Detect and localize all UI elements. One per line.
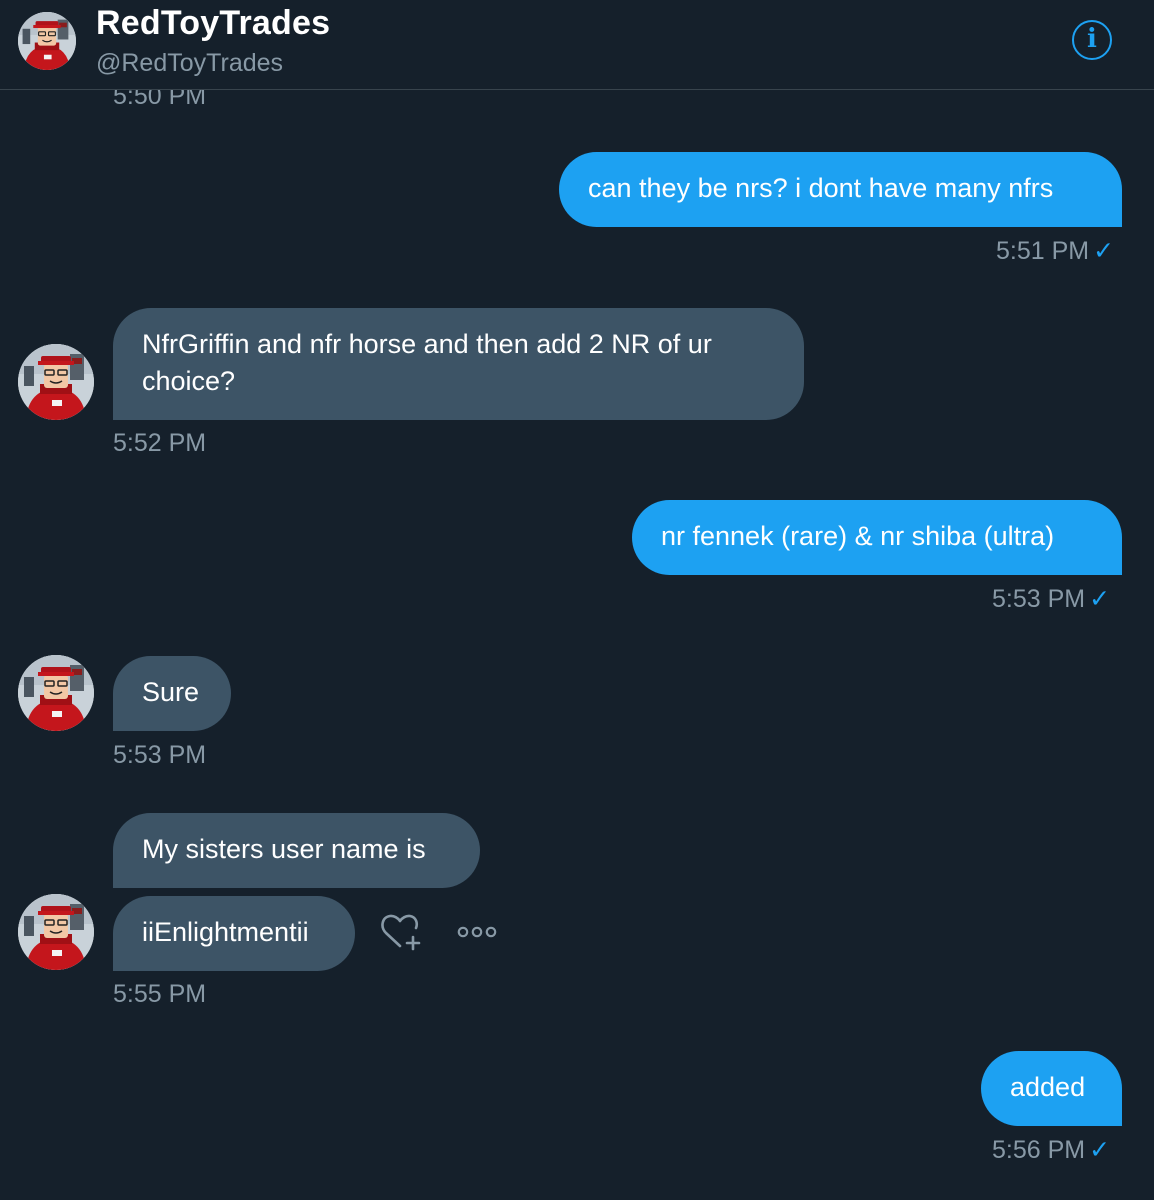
avatar[interactable] — [18, 344, 94, 420]
conversation-header: RedToyTrades @RedToyTrades i — [0, 0, 1154, 90]
timestamp-text: 5:53 PM — [992, 585, 1086, 613]
more-icon[interactable] — [456, 924, 498, 940]
timestamp-text: 5:51 PM — [996, 237, 1090, 265]
message-text-line: NfrGriffin and nfr horse and then add 2 … — [142, 329, 712, 359]
message-text: can they be nrs? i dont have many nfrs — [588, 173, 1054, 203]
message-timestamp: 5:56 PM ✓ — [992, 1135, 1110, 1165]
contact-handle[interactable]: @RedToyTrades — [96, 49, 283, 78]
message-timestamp: 5:52 PM — [113, 429, 207, 457]
check-icon: ✓ — [1093, 237, 1115, 265]
message-text: My sisters user name is — [142, 834, 426, 864]
timestamp-text: 5:56 PM — [992, 1136, 1086, 1164]
message-timestamp: 5:55 PM — [113, 980, 207, 1008]
avatar[interactable] — [18, 12, 76, 70]
message-timestamp: 5:53 PM — [113, 741, 207, 769]
message-text: added — [1010, 1072, 1086, 1102]
message-timestamp: 5:51 PM ✓ — [996, 236, 1114, 266]
check-icon: ✓ — [1089, 585, 1111, 613]
message-text: nr fennek (rare) & nr shiba (ultra) — [661, 521, 1055, 551]
avatar[interactable] — [18, 894, 94, 970]
message-text-line: choice? — [142, 366, 236, 396]
message-text: iiEnlightmentii — [142, 917, 309, 947]
incoming-message[interactable]: NfrGriffin and nfr horse and then add 2 … — [113, 308, 804, 420]
message-text: Sure — [142, 677, 200, 707]
info-icon[interactable]: i — [1072, 20, 1112, 60]
heart-plus-icon[interactable] — [380, 912, 424, 952]
avatar[interactable] — [18, 655, 94, 731]
outgoing-message[interactable]: nr fennek (rare) & nr shiba (ultra) — [632, 500, 1122, 575]
incoming-message[interactable]: Sure — [113, 656, 231, 731]
outgoing-message[interactable]: can they be nrs? i dont have many nfrs — [559, 152, 1122, 227]
check-icon: ✓ — [1089, 1136, 1111, 1164]
contact-name[interactable]: RedToyTrades — [96, 4, 330, 43]
incoming-message[interactable]: iiEnlightmentii — [113, 896, 355, 971]
outgoing-message[interactable]: added — [981, 1051, 1122, 1126]
message-timestamp: 5:53 PM ✓ — [992, 584, 1110, 614]
incoming-message[interactable]: My sisters user name is — [113, 813, 480, 888]
